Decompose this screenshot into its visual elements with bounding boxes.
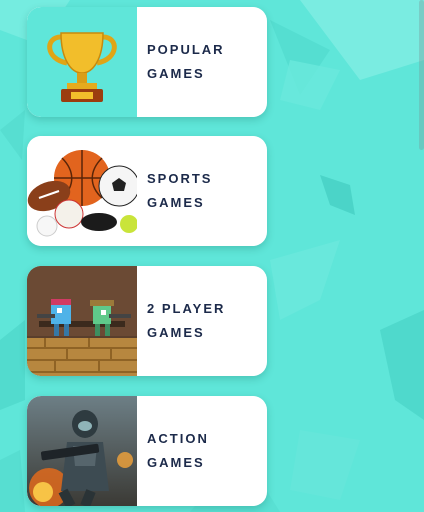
category-subtitle: GAMES xyxy=(147,66,205,81)
category-card-sports-games[interactable]: SPORTS GAMES xyxy=(27,136,267,246)
category-label: ACTION GAMES xyxy=(147,427,209,475)
category-title: ACTION xyxy=(147,431,209,446)
category-card-action-games[interactable]: ACTION GAMES xyxy=(27,396,267,506)
category-label: SPORTS GAMES xyxy=(147,167,212,215)
category-card-2-player-games[interactable]: 2 PLAYER GAMES xyxy=(27,266,267,376)
category-subtitle: GAMES xyxy=(147,195,205,210)
scrollbar-thumb[interactable] xyxy=(419,0,424,150)
category-subtitle: GAMES xyxy=(147,455,205,470)
category-card-popular-games[interactable]: POPULAR GAMES xyxy=(27,7,267,117)
two-player-icon xyxy=(27,266,137,376)
category-label: 2 PLAYER GAMES xyxy=(147,297,225,345)
action-soldier-icon xyxy=(27,396,137,506)
category-title: SPORTS xyxy=(147,171,213,186)
category-label: POPULAR GAMES xyxy=(147,38,225,86)
category-title: POPULAR xyxy=(147,42,225,57)
trophy-icon xyxy=(27,7,137,117)
category-title: 2 PLAYER xyxy=(147,301,226,316)
category-subtitle: GAMES xyxy=(147,325,205,340)
sports-balls-icon xyxy=(27,136,137,246)
